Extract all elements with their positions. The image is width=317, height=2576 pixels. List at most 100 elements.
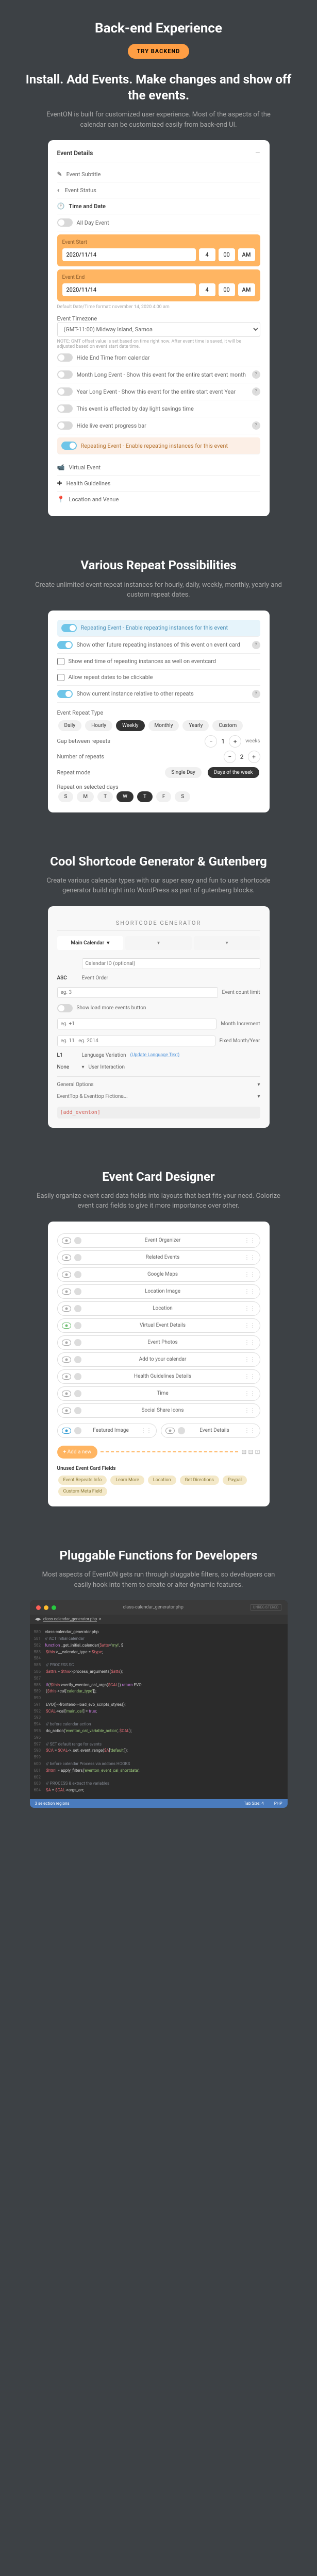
location-row[interactable]: Location and Venue <box>69 496 260 503</box>
drag-icon[interactable]: ⋮⋮ <box>141 1427 152 1434</box>
eye-icon[interactable] <box>62 1374 71 1380</box>
color-circle[interactable] <box>74 1390 81 1397</box>
yearlong-toggle[interactable] <box>57 387 73 396</box>
color-circle[interactable] <box>74 1407 81 1414</box>
eye-icon[interactable] <box>62 1289 71 1295</box>
virtual-row[interactable]: Virtual Event <box>69 464 260 471</box>
start-ampm[interactable]: AM <box>238 248 255 261</box>
timezone-select[interactable]: (GMT-11:00) Midway Island, Samoa <box>57 322 260 337</box>
repeat-toggle[interactable] <box>61 442 77 450</box>
drag-icon[interactable]: ⋮⋮ <box>244 1427 256 1434</box>
show-future-toggle[interactable] <box>57 641 73 649</box>
gap-minus[interactable]: − <box>205 735 217 748</box>
type-yearly[interactable]: Yearly <box>182 720 209 731</box>
eye-icon[interactable] <box>62 1255 71 1261</box>
color-circle[interactable] <box>74 1427 81 1434</box>
grid-icon[interactable]: ⊞ ⊟ ⊡ <box>241 1448 260 1455</box>
repeat-enable-toggle[interactable] <box>61 624 77 632</box>
eye-icon[interactable] <box>62 1323 71 1329</box>
max-dot[interactable] <box>52 1605 56 1610</box>
card-field-row[interactable]: Virtual Event Details⋮⋮ <box>57 1318 260 1333</box>
start-hour[interactable] <box>199 248 215 261</box>
try-backend-button[interactable]: TRY BACKEND <box>128 44 190 59</box>
type-hourly[interactable]: Hourly <box>85 720 112 731</box>
drag-icon[interactable]: ⋮⋮ <box>244 1339 256 1346</box>
allday-toggle[interactable] <box>57 218 73 227</box>
type-daily[interactable]: Daily <box>58 720 82 731</box>
progress-toggle[interactable] <box>57 421 73 430</box>
end-ampm[interactable]: AM <box>238 283 255 296</box>
color-circle[interactable] <box>74 1254 81 1261</box>
type-weekly[interactable]: Weekly <box>116 720 145 731</box>
num-plus[interactable]: + <box>248 751 260 763</box>
card-field-row[interactable]: Add to your calendar⋮⋮ <box>57 1352 260 1367</box>
color-circle[interactable] <box>178 1427 185 1434</box>
tag[interactable]: Learn More <box>110 1476 144 1485</box>
drag-icon[interactable]: ⋮⋮ <box>244 1271 256 1278</box>
start-min[interactable] <box>219 248 235 261</box>
color-circle[interactable] <box>74 1356 81 1363</box>
color-circle[interactable] <box>74 1305 81 1312</box>
card-field-row[interactable]: Related Events⋮⋮ <box>57 1250 260 1265</box>
lang-link[interactable]: (Update Language Text) <box>130 1053 180 1058</box>
color-circle[interactable] <box>74 1373 81 1380</box>
day-m[interactable]: M <box>77 791 94 802</box>
collapse-icon[interactable]: — <box>255 149 260 157</box>
monthlong-toggle[interactable] <box>57 370 73 379</box>
end-date-input[interactable] <box>62 283 196 296</box>
type-custom[interactable]: Custom <box>212 720 243 731</box>
help-icon[interactable]: ? <box>252 641 260 649</box>
drag-icon[interactable]: ⋮⋮ <box>244 1373 256 1380</box>
card-field-row[interactable]: Google Maps⋮⋮ <box>57 1267 260 1282</box>
end-min[interactable] <box>219 283 235 296</box>
end-hour[interactable] <box>199 283 215 296</box>
drag-icon[interactable]: ⋮⋮ <box>244 1322 256 1329</box>
tag[interactable]: Custom Meta Field <box>58 1487 107 1496</box>
fixed-input[interactable] <box>57 1036 215 1046</box>
card-field-row[interactable]: Event Organizer⋮⋮ <box>57 1233 260 1248</box>
tab-other[interactable]: ▾ <box>125 936 192 950</box>
dst-toggle[interactable] <box>57 404 73 413</box>
card-field-row[interactable]: Time⋮⋮ <box>57 1386 260 1401</box>
eye-icon[interactable] <box>62 1357 71 1363</box>
card-field-row[interactable]: Location Image⋮⋮ <box>57 1284 260 1299</box>
help-icon[interactable]: ? <box>252 690 260 698</box>
status-row[interactable]: Event Status <box>65 187 260 194</box>
card-field-row[interactable]: Location⋮⋮ <box>57 1301 260 1316</box>
color-circle[interactable] <box>74 1271 81 1278</box>
day-s2[interactable]: S <box>175 791 190 802</box>
color-circle[interactable] <box>74 1237 81 1244</box>
add-row-button[interactable]: + Add a new <box>57 1446 98 1459</box>
cal-id-input[interactable] <box>82 958 260 969</box>
color-circle[interactable] <box>74 1322 81 1329</box>
day-s[interactable]: S <box>58 791 74 802</box>
drag-icon[interactable]: ⋮⋮ <box>244 1356 256 1363</box>
day-t[interactable]: T <box>97 791 113 802</box>
color-circle[interactable] <box>74 1339 81 1346</box>
day-t2[interactable]: T <box>137 791 153 802</box>
file-tab[interactable]: class-calendar_generator.php <box>43 1617 97 1622</box>
card-field-row[interactable]: Health Guidelines Details⋮⋮ <box>57 1369 260 1384</box>
start-date-input[interactable] <box>62 248 196 261</box>
tag[interactable]: Get Directions <box>180 1476 220 1485</box>
hide-end-toggle[interactable] <box>57 353 73 362</box>
loadmore-toggle[interactable] <box>57 1004 73 1012</box>
tag[interactable]: Location <box>148 1476 176 1485</box>
allow-dates-checkbox[interactable] <box>57 674 64 681</box>
show-current-toggle[interactable] <box>57 690 73 698</box>
timedate-row[interactable]: Time and Date <box>69 203 260 210</box>
mode-single[interactable]: Single Day <box>165 767 201 778</box>
tag[interactable]: Event Repeats Info <box>58 1476 107 1485</box>
day-w[interactable]: W <box>116 791 134 802</box>
drag-icon[interactable]: ⋮⋮ <box>244 1237 256 1244</box>
show-end-checkbox[interactable] <box>57 658 64 665</box>
event-details-row[interactable]: Event Details⋮⋮ <box>161 1423 260 1438</box>
tag[interactable]: Paypal <box>223 1476 247 1485</box>
health-row[interactable]: Health Guidelines <box>66 480 260 487</box>
min-dot[interactable] <box>44 1605 48 1610</box>
day-f[interactable]: F <box>156 791 172 802</box>
drag-icon[interactable]: ⋮⋮ <box>244 1407 256 1414</box>
type-monthly[interactable]: Monthly <box>148 720 179 731</box>
eye-icon[interactable] <box>62 1340 71 1346</box>
help-icon[interactable]: ? <box>252 421 260 430</box>
